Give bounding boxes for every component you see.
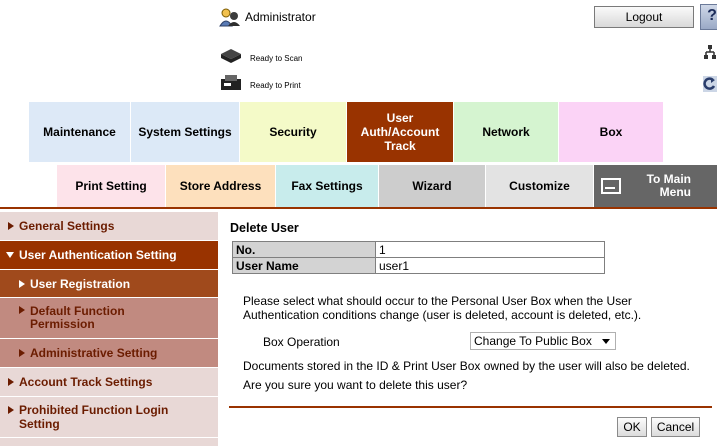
sidebar-item-default-function-permission[interactable]: Default Function Permission [0, 298, 218, 338]
sidebar-item-label: General Settings [19, 219, 115, 233]
chevron-down-icon [602, 339, 610, 344]
document-note: Documents stored in the ID & Print User … [243, 359, 690, 373]
network-icon[interactable] [703, 45, 717, 61]
sidebar-item-label: Default Function Permission [30, 304, 125, 331]
sidebar-item-user-authentication-setting[interactable]: User Authentication Setting [0, 241, 218, 269]
box-operation-value: Change To Public Box [474, 334, 592, 348]
page-title: Delete User [230, 221, 299, 235]
ok-button[interactable]: OK [617, 417, 647, 437]
scan-status: Ready to Scan [250, 54, 303, 63]
arrow-right-icon [19, 349, 25, 357]
sidebar-item-user-registration[interactable]: User Registration [0, 270, 218, 297]
cancel-button[interactable]: Cancel [651, 417, 700, 437]
box-operation-label: Box Operation [263, 335, 340, 349]
content-divider [229, 406, 712, 408]
tab-user-auth-account-track[interactable]: User Auth/Account Track [346, 102, 453, 162]
table-value: user1 [375, 257, 605, 274]
sidebar-item-label: Prohibited Function Login Setting [19, 403, 169, 431]
administrator-icon [219, 7, 241, 27]
print-status: Ready to Print [250, 81, 301, 90]
to-main-menu-button[interactable]: To Main Menu [593, 165, 717, 207]
tab-fax-settings[interactable]: Fax Settings [275, 165, 378, 207]
sidebar-item-label: Account Track Settings [19, 375, 153, 389]
sidebar-item-prohibited-function-login-setting[interactable]: Prohibited Function Login Setting [0, 397, 218, 437]
sidebar-item-account-track-settings[interactable]: Account Track Settings [0, 368, 218, 396]
user-info-table: No. 1 User Name user1 [232, 241, 605, 274]
refresh-icon[interactable] [703, 76, 717, 92]
arrow-right-icon [8, 406, 14, 414]
tab-maintenance[interactable]: Maintenance [29, 102, 130, 162]
arrow-right-icon [8, 222, 14, 230]
box-message: Please select what should occur to the P… [243, 294, 642, 322]
confirm-text: Are you sure you want to delete this use… [243, 378, 468, 392]
table-value: 1 [375, 241, 605, 258]
tab-store-address[interactable]: Store Address [165, 165, 275, 207]
user-label: Administrator [245, 10, 316, 24]
sidebar-item-label: Administrative Setting [30, 346, 158, 360]
tab-system-settings[interactable]: System Settings [130, 102, 239, 162]
sidebar-item-label: User Registration [30, 276, 131, 291]
arrow-right-icon [19, 279, 25, 288]
tab-customize[interactable]: Customize [485, 165, 593, 207]
table-key: User Name [232, 257, 376, 274]
sidebar-item-label: User Authentication Setting [19, 248, 177, 262]
sidebar-item-general-settings[interactable]: General Settings [0, 212, 218, 240]
arrow-down-icon [6, 252, 14, 258]
arrow-right-icon [19, 306, 25, 314]
box-operation-select[interactable]: Change To Public Box [470, 332, 616, 350]
table-key: No. [232, 241, 376, 258]
logout-button[interactable]: Logout [594, 6, 694, 28]
table-row: No. 1 [232, 241, 605, 258]
help-button[interactable]: ? [700, 4, 717, 30]
main-menu-icon [601, 178, 621, 194]
tab-box[interactable]: Box [558, 102, 663, 162]
printer-icon [219, 74, 243, 92]
arrow-right-icon [8, 378, 14, 386]
scanner-icon [219, 48, 243, 64]
header-divider [0, 207, 717, 209]
tab-print-setting[interactable]: Print Setting [57, 165, 165, 207]
tab-user-auth-label: User Auth/Account Track [360, 111, 440, 153]
to-main-menu-label: To Main Menu [646, 172, 691, 199]
sidebar-item-administrative-setting[interactable]: Administrative Setting [0, 339, 218, 367]
tab-network[interactable]: Network [453, 102, 558, 162]
table-row: User Name user1 [232, 257, 605, 274]
tab-security[interactable]: Security [239, 102, 346, 162]
tab-wizard[interactable]: Wizard [378, 165, 485, 207]
